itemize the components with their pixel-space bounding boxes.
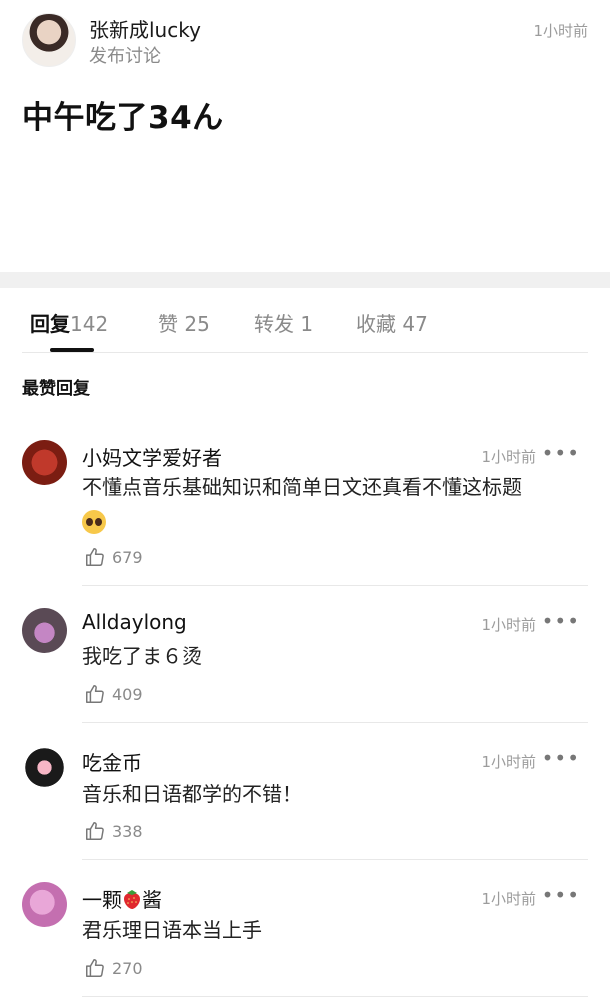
interaction-tabs: 回复142 赞 25 转发 1 收藏 47 [0,300,610,354]
like-button[interactable]: 409 [84,683,143,705]
thumbs-up-icon [86,685,104,703]
tab-label: 回复 [30,312,70,336]
commenter-name[interactable]: 吃金币 [82,747,142,776]
tab-label: 收藏 [356,312,396,336]
tab-count: 25 [184,312,210,336]
author-avatar[interactable] [22,13,76,67]
commenter-avatar[interactable] [22,440,67,485]
strawberry-icon [124,890,140,909]
tab-replies[interactable]: 回复142 [30,308,108,337]
comment-divider [82,859,588,860]
comment-time: 1小时前 [481,890,536,908]
more-options-button[interactable]: ••• [542,441,580,465]
tab-reposts[interactable]: 转发 1 [254,308,313,337]
comment-text: 不懂点音乐基础知识和简单日文还真看不懂这标题 [82,471,592,537]
like-button[interactable]: 270 [84,957,143,979]
post-time: 1小时前 [533,22,588,40]
tabs-divider [22,352,588,353]
commenter-avatar[interactable] [22,745,67,790]
post-author-name[interactable]: 张新成lucky [89,14,201,43]
tab-count: 47 [402,312,428,336]
comment-text: 音乐和日语都学的不错！ [82,782,302,806]
tab-count: 1 [300,312,314,336]
pleading-face-icon [82,509,106,534]
section-title: 最赞回复 [22,379,90,399]
thumbs-up-icon [86,959,104,977]
like-count: 270 [112,958,143,978]
commenter-avatar[interactable] [22,608,67,653]
tab-label: 转发 [254,312,294,336]
comment-divider [82,585,588,586]
like-count: 338 [112,821,143,841]
like-button[interactable]: 338 [84,820,143,842]
post-body: 中午吃了34ん [22,100,224,136]
comment-time: 1小时前 [481,753,536,771]
post-header: 张新成lucky 发布讨论 1小时前 [0,0,610,80]
like-count: 679 [112,547,143,567]
commenter-name[interactable]: 一颗酱 [82,884,162,913]
commenter-avatar[interactable] [22,882,67,927]
tab-label: 赞 [158,312,178,336]
tab-likes[interactable]: 赞 25 [158,308,210,337]
tab-favorites[interactable]: 收藏 47 [356,308,428,337]
commenter-name-prefix: 一颗 [82,888,122,912]
comment-text-content: 不懂点音乐基础知识和简单日文还真看不懂这标题 [82,475,522,499]
comment-time: 1小时前 [481,448,536,466]
comment-time: 1小时前 [481,616,536,634]
more-options-button[interactable]: ••• [542,609,580,633]
comment-text: 君乐理日语本当上手 [82,918,262,942]
more-options-button[interactable]: ••• [542,883,580,907]
like-button[interactable]: 679 [84,546,143,568]
post-subtitle: 发布讨论 [89,46,161,67]
comment-text: 我吃了ま６烫 [82,644,202,668]
comment-divider [82,722,588,723]
tab-count: 142 [70,312,109,336]
commenter-name-suffix: 酱 [142,888,162,912]
comment-divider [82,996,588,997]
like-count: 409 [112,684,143,704]
thumbs-up-icon [86,822,104,840]
commenter-name[interactable]: 小妈文学爱好者 [82,442,222,471]
section-separator [0,272,610,288]
thumbs-up-icon [86,548,104,566]
commenter-name[interactable]: Alldaylong [82,610,187,634]
more-options-button[interactable]: ••• [542,746,580,770]
